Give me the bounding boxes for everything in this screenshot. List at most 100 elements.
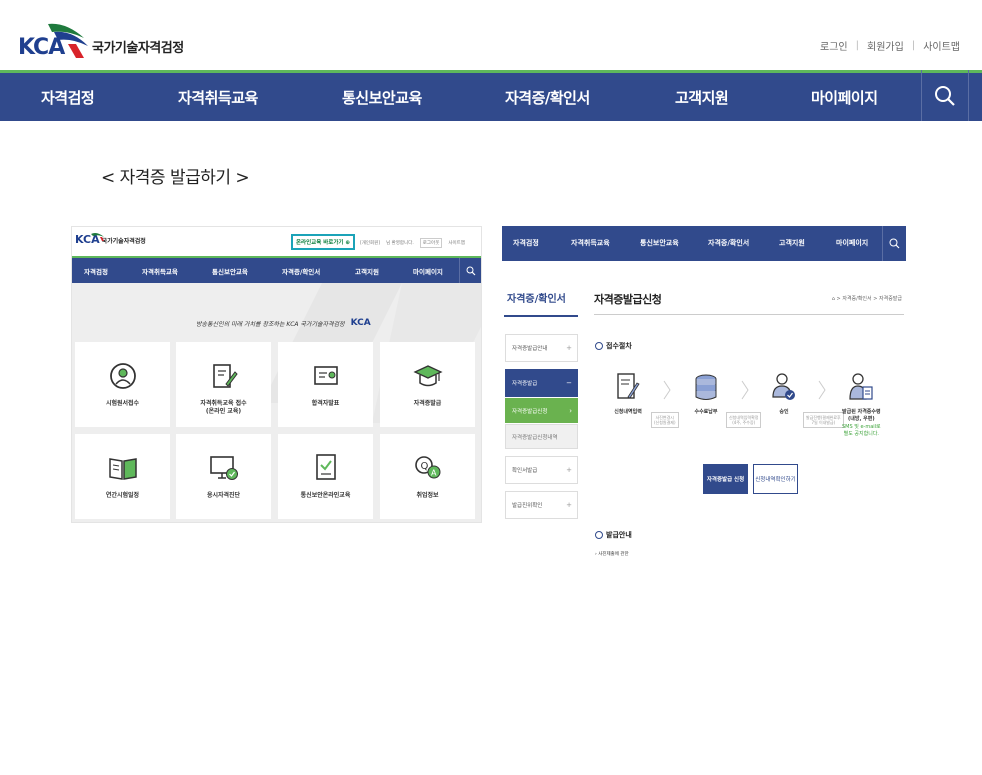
logo-subtitle: 국가기술자격검정 [92,41,184,56]
member-type-label: [개인회원] [360,241,381,246]
mini-logo: KCA 국가기술자격검정 [75,233,146,246]
quick-card-annual-schedule[interactable]: 연간시험일정 [75,434,170,519]
step-approval: 승인 [770,371,798,416]
plus-icon: + [566,501,572,509]
nav-item-certification-exam[interactable]: 자격검정 [41,87,95,108]
document-pen-icon [614,371,642,403]
utility-links: 로그인 | 회원가입 | 사이트맵 [820,38,960,53]
step-label: 발급된 자격증수령 (내방, 우편) [842,409,881,422]
step-note-box: 발급진행(결제완료후 7일 이내발급) [803,412,844,429]
step-label: 신청내역입력 [614,409,642,415]
divider: | [855,40,859,51]
nav-item-certificates[interactable]: 자격증/확인서 [505,87,590,108]
side-item-confirmation-issue[interactable]: 확인서발급 + [505,456,578,484]
quick-card-online-education[interactable]: 자격취득교육 접수 (온라인 교육) [176,342,271,427]
online-education-shortcut-button[interactable]: 온라인교육 바로가기 ⊕ [291,234,355,250]
login-link[interactable]: 로그인 [820,38,848,53]
quick-card-label: 통신보안온라인교육 [300,492,351,499]
signup-link[interactable]: 회원가입 [867,38,904,53]
search-icon [889,238,900,249]
nav-item-my-page[interactable]: 마이페이지 [811,87,878,108]
mini-nav-item[interactable]: 자격증/확인서 [282,266,320,276]
quick-card-eligibility-check[interactable]: 응시자격진단 [176,434,271,519]
breadcrumb: ⌂ > 자격증/확인서 > 자격증발급 [831,296,902,302]
mini-nav-item[interactable]: 자격취득교육 [571,238,610,248]
mini-top-links: [개인회원] 님 환영합니다. 로그아웃 사이트맵 [360,238,465,248]
sitemap-link[interactable]: 사이트맵 [923,38,960,53]
user-check-icon [770,371,798,403]
mini-nav-item[interactable]: 통신보안교육 [212,266,248,276]
mini-nav-item[interactable]: 자격검정 [513,238,539,248]
monitor-check-icon [208,452,240,484]
site-logo[interactable]: KCA 국가기술자격검정 [18,20,184,60]
step-note-box: 사진변경시 (신청원결제) [651,412,679,429]
chevron-right-icon: › [569,406,572,415]
mini-nav-item[interactable]: 마이페이지 [413,266,443,276]
step-input: 신청내역입력 [614,371,642,416]
quick-card-pass-results[interactable]: 합격자발표 [278,342,373,427]
quick-card-label: 자격취득교육 접수 (온라인 교육) [200,400,247,415]
apply-certificate-button[interactable]: 자격증발급 신청 [703,464,748,494]
mini-nav-item[interactable]: 자격취득교육 [142,266,178,276]
kca-logo-mark: KCA [18,20,90,60]
svg-text:Q: Q [420,461,428,472]
logout-button[interactable]: 로그아웃 [419,238,443,248]
mini-search-button[interactable] [459,258,481,283]
quick-card-exam-application[interactable]: 시험원서접수 [75,342,170,427]
minus-icon: − [566,379,572,387]
welcome-text: 님 환영합니다. [386,241,414,246]
plus-icon: + [566,344,572,352]
side-item-issue-application[interactable]: 자격증발급신청 › [505,398,578,423]
certificate-icon [310,360,342,392]
side-item-label: 확인서발급 [512,468,538,474]
slogan-text: 방송통신인의 미래 가치를 창조하는 KCA 국가기술자격검정 [196,320,345,328]
mini-nav: 자격검정 자격취득교육 통신보안교육 자격증/확인서 고객지원 마이페이지 [72,256,481,283]
quick-card-security-online-education[interactable]: 통신보안온라인교육 [278,434,373,519]
quick-card-certificate-issue[interactable]: 자격증발급 [380,342,475,427]
quick-card-label: 자격증발급 [413,400,442,407]
mini-header: KCA 국가기술자격검정 온라인교육 바로가기 ⊕ [개인회원] 님 환영합니다… [72,227,481,257]
chevron-right-icon [741,380,749,400]
divider [594,314,904,315]
side-item-authenticity-check[interactable]: 발급진위확인 + [505,491,578,519]
search-button[interactable] [921,70,969,121]
side-item-label: 발급진위확인 [512,503,543,509]
nav-item-qualification-education[interactable]: 자격취득교육 [178,87,258,108]
mini-nav-item[interactable]: 고객지원 [779,238,805,248]
side-item-issue-guide[interactable]: 자격증발급안내 + [505,334,578,362]
slogan-logo: KCA [350,318,371,328]
mini-nav-item[interactable]: 고객지원 [355,266,379,276]
main-navigation: 자격검정 자격취득교육 통신보안교육 자격증/확인서 고객지원 마이페이지 [0,70,982,121]
hero-slogan: 방송통신인의 미래 가치를 창조하는 KCA 국가기술자격검정 KCA [196,318,371,328]
coins-icon [692,371,720,403]
plus-icon: + [566,466,572,474]
quick-card-job-info[interactable]: QA 취업정보 [380,434,475,519]
mini-logo-subtitle: 국가기술자격검정 [101,238,146,245]
guide-text: › 사진제출에 관한 [595,552,629,557]
qa-icon: QA [412,452,444,484]
step-issuing: 발급진행(결제완료후 7일 이내발급) [803,406,844,429]
mini-nav-item[interactable]: 자격검정 [84,266,108,276]
mini-nav-item[interactable]: 통신보안교육 [640,238,679,248]
view-history-button[interactable]: 신청내역확인하기 [753,464,798,494]
nav-item-security-education[interactable]: 통신보안교육 [342,87,422,108]
step-photo-change: 사진변경시 (신청원결제) [651,406,679,429]
search-icon [466,266,475,275]
section-title: < 자격증 발급하기 > [101,168,250,188]
mini-nav-item[interactable]: 자격증/확인서 [708,238,749,248]
step-input-confirm: 신청내역입력확정 (4주, 주수증) [726,406,762,429]
edit-document-icon [208,360,240,392]
side-item-label: 자격증발급신청 [512,408,548,415]
book-icon [107,452,139,484]
side-item-issue-history[interactable]: 자격증발급신청내역 [505,424,578,449]
svg-text:A: A [431,469,437,478]
side-item-certificate-issue[interactable]: 자격증발급 − [505,369,578,397]
nav-item-customer-support[interactable]: 고객지원 [675,87,729,108]
mini-sitemap-link[interactable]: 사이트맵 [448,240,465,246]
quick-card-label: 응시자격진단 [206,492,241,499]
side-menu-title: 자격증/확인서 [507,294,566,305]
section-heading-text: 접수절차 [606,342,632,350]
mini-search-button[interactable] [882,226,906,261]
mini-nav-item[interactable]: 마이페이지 [836,238,868,248]
quick-card-label: 취업정보 [416,492,439,499]
